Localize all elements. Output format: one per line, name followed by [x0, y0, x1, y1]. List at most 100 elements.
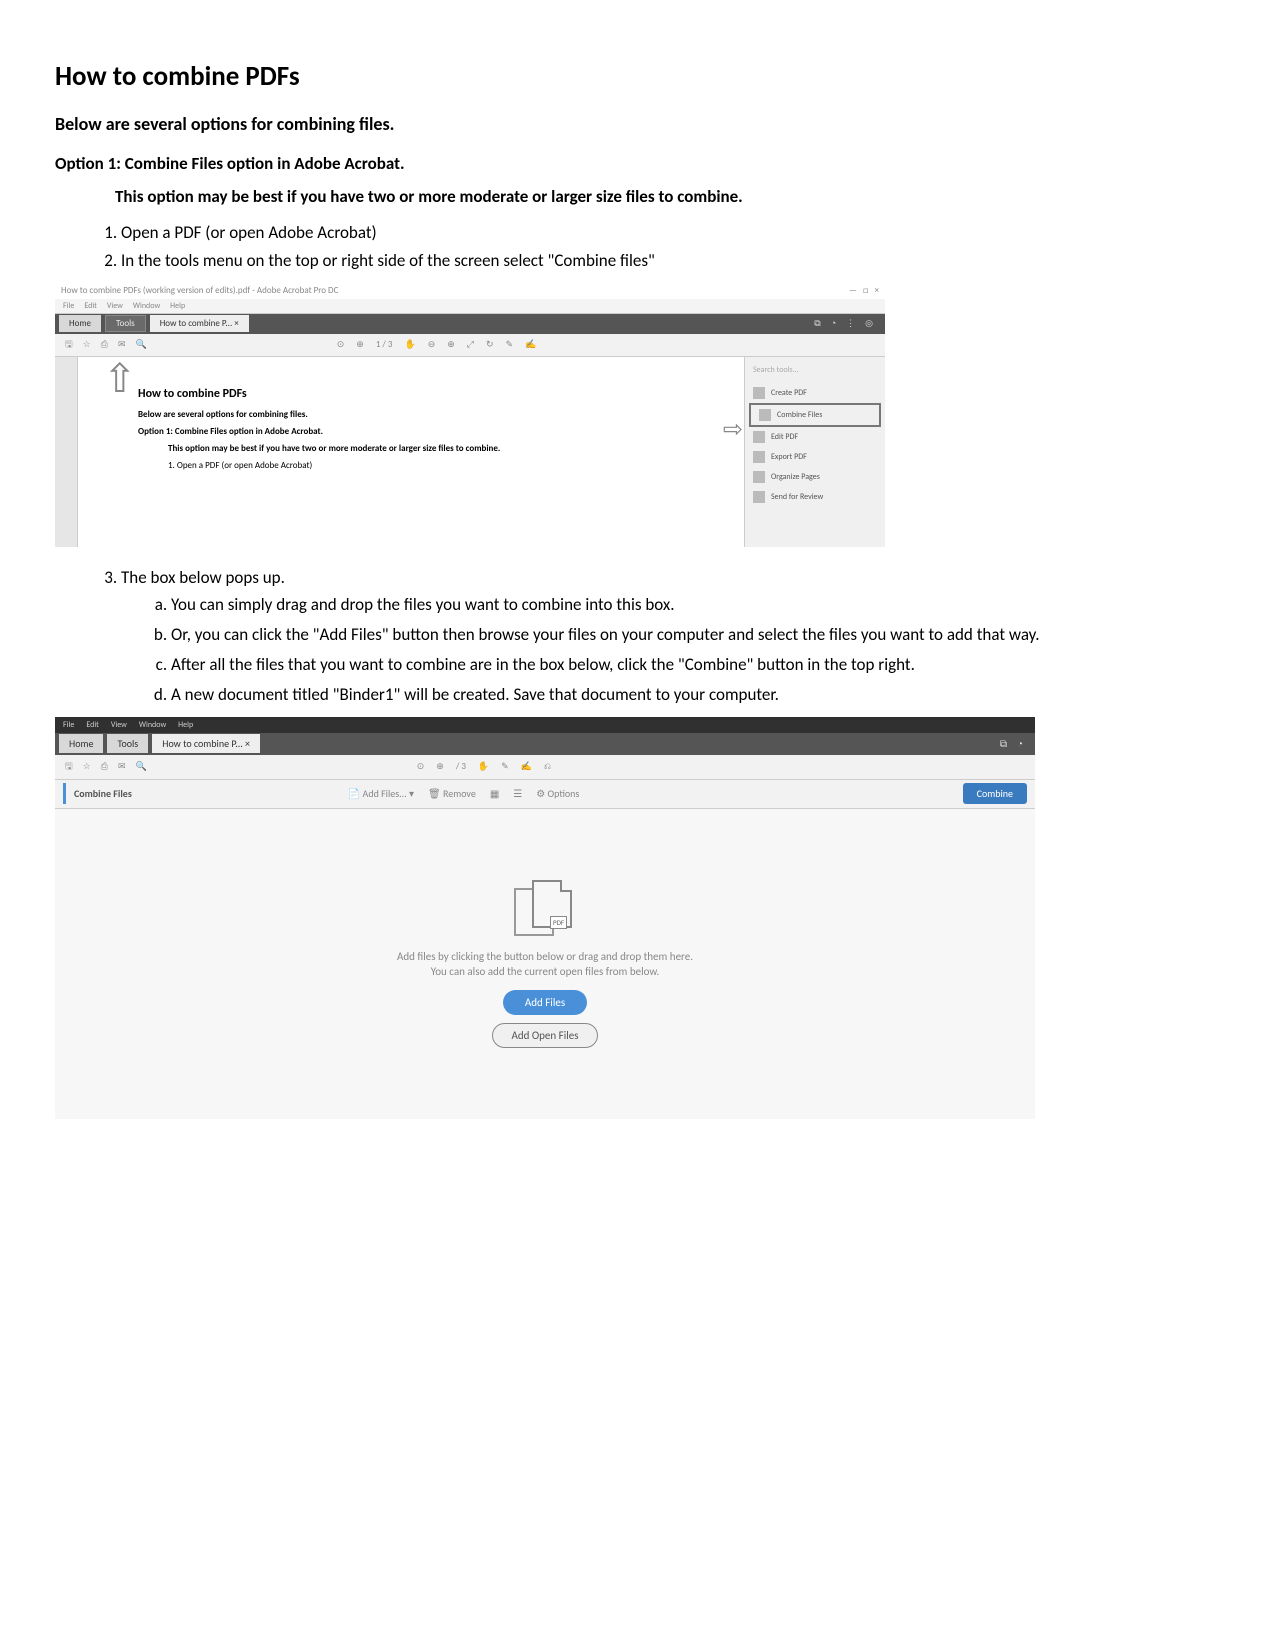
remove-button[interactable]: 🗑 Remove [428, 787, 476, 800]
print2-icon[interactable]: ⎙ [101, 761, 108, 772]
search2-icon[interactable]: 🔍 [136, 761, 147, 772]
tab-tools[interactable]: Tools [105, 315, 146, 332]
step-2: In the tools menu on the top or right si… [121, 249, 1220, 273]
menu2-window[interactable]: Window [139, 720, 166, 730]
intro-text: Below are several options for combining … [55, 113, 1220, 135]
sidebar-send-review[interactable]: Send for Review [745, 487, 885, 507]
options-button[interactable]: ⚙ Options [536, 787, 579, 800]
step-3-sublist: You can simply drag and drop the files y… [149, 593, 1220, 706]
signin-icon[interactable]: ◎ [865, 318, 873, 329]
bell2-icon[interactable]: ◔ [1017, 737, 1023, 750]
drop-text-2: You can also add the current open files … [431, 965, 660, 978]
edit-pdf-icon [753, 431, 765, 443]
page-up-icon[interactable]: ⊙ [337, 339, 345, 350]
save2-icon[interactable]: 🖫 [65, 759, 73, 775]
mail-icon[interactable]: ✉ [118, 339, 126, 350]
organize-pages-icon [753, 471, 765, 483]
zoom-out-icon[interactable]: ⊖ [428, 339, 436, 350]
tab2-tools[interactable]: Tools [107, 734, 148, 753]
menu-help[interactable]: Help [170, 301, 185, 311]
step-3b: Or, you can click the "Add Files" button… [171, 623, 1220, 647]
menu-view[interactable]: View [107, 301, 123, 311]
tools-sidebar: Search tools... Create PDF Combine Files… [744, 357, 885, 547]
menu-window[interactable]: Window [133, 301, 160, 311]
preview-p2: Option 1: Combine Files option in Adobe … [138, 426, 684, 437]
step-1: Open a PDF (or open Adobe Acrobat) [121, 221, 1220, 245]
steps-list-2: The box below pops up. You can simply dr… [93, 566, 1220, 707]
preview-p3: This option may be best if you have two … [168, 443, 684, 454]
zoom-in-icon[interactable]: ⊕ [447, 339, 455, 350]
page-title: How to combine PDFs [55, 60, 1220, 93]
stamp2-icon[interactable]: ⎌ [544, 761, 551, 772]
tab2-document[interactable]: How to combine P... × [152, 734, 260, 753]
pdf-badge: PDF [550, 916, 567, 929]
star2-icon[interactable]: ☆ [83, 761, 91, 772]
window-controls: — □ × [849, 285, 879, 296]
page-indicator2: / 3 [456, 761, 466, 772]
page-down-icon[interactable]: ⊕ [356, 339, 364, 350]
combine-button[interactable]: Combine [963, 783, 1027, 804]
annotation-arrow-up: ⇧ [103, 359, 137, 399]
menu2-edit[interactable]: Edit [86, 720, 99, 730]
print-icon[interactable]: ⎙ [101, 339, 108, 350]
left-pane: ⇧ [55, 357, 78, 547]
menu-file[interactable]: File [63, 301, 74, 311]
menu2-file[interactable]: File [63, 720, 74, 730]
tab2-home[interactable]: Home [59, 734, 103, 753]
hand2-icon[interactable]: ✋ [478, 761, 489, 772]
tab-home[interactable]: Home [59, 315, 101, 332]
grid-view-icon[interactable]: ▦ [490, 787, 499, 800]
sidebar-combine-files[interactable]: Combine Files [749, 403, 881, 427]
share-icon[interactable]: ⧉ [814, 318, 820, 329]
option1-heading: Option 1: Combine Files option in Adobe … [55, 153, 1220, 174]
highlight2-icon[interactable]: ✎ [501, 761, 509, 772]
save-icon[interactable]: 🖫 [65, 337, 73, 353]
drop-text-1: Add files by clicking the button below o… [397, 950, 693, 963]
fit-icon[interactable]: ⤢ [467, 339, 474, 350]
page-up2-icon[interactable]: ⊙ [417, 761, 425, 772]
menu2-view[interactable]: View [111, 720, 127, 730]
document-preview: How to combine PDFs Below are several op… [78, 357, 744, 547]
acrobat-screenshot-2: File Edit View Window Help Home Tools Ho… [55, 717, 1035, 1119]
step-3a: You can simply drag and drop the files y… [171, 593, 1220, 617]
sidebar-create-pdf[interactable]: Create PDF [745, 383, 885, 403]
sign2-icon[interactable]: ✍ [521, 761, 532, 772]
sidebar-search[interactable]: Search tools... [745, 363, 885, 383]
step-3c: After all the files that you want to com… [171, 653, 1220, 677]
page-down2-icon[interactable]: ⊕ [436, 761, 444, 772]
search-icon[interactable]: 🔍 [136, 339, 147, 350]
tab-document[interactable]: How to combine P... × [150, 315, 249, 332]
share2-icon[interactable]: ⧉ [1000, 737, 1007, 750]
steps-list-1: Open a PDF (or open Adobe Acrobat) In th… [93, 221, 1220, 273]
drop-zone[interactable]: PDF Add files by clicking the button bel… [55, 809, 1035, 1119]
sidebar-edit-pdf[interactable]: Edit PDF [745, 427, 885, 447]
highlight-icon[interactable]: ✎ [506, 339, 514, 350]
list-view-icon[interactable]: ☰ [513, 787, 522, 800]
rotate-icon[interactable]: ↻ [486, 339, 494, 350]
add-files-button[interactable]: Add Files [503, 990, 587, 1015]
page-indicator: 1 / 3 [376, 339, 393, 350]
mail2-icon[interactable]: ✉ [118, 761, 126, 772]
option1-note: This option may be best if you have two … [115, 186, 1220, 207]
acrobat-screenshot-1: How to combine PDFs (working version of … [55, 283, 885, 547]
add-open-files-button[interactable]: Add Open Files [492, 1023, 597, 1048]
menu2-help[interactable]: Help [178, 720, 193, 730]
preview-li1: 1. Open a PDF (or open Adobe Acrobat) [168, 460, 684, 471]
create-pdf-icon [753, 387, 765, 399]
window-title: How to combine PDFs (working version of … [61, 285, 338, 296]
combine-files-icon [759, 409, 771, 421]
star-icon[interactable]: ☆ [83, 339, 91, 350]
menu-edit[interactable]: Edit [84, 301, 97, 311]
bell-icon[interactable]: ◔ [831, 318, 836, 329]
send-review-icon [753, 491, 765, 503]
add-files-dropdown[interactable]: 📄 Add Files... ▾ [348, 787, 414, 800]
preview-p1: Below are several options for combining … [138, 409, 684, 420]
more-icon[interactable]: ⋮ [846, 318, 855, 329]
sidebar-export-pdf[interactable]: Export PDF [745, 447, 885, 467]
sign-icon[interactable]: ✍ [525, 339, 536, 350]
sidebar-organize-pages[interactable]: Organize Pages [745, 467, 885, 487]
step-3: The box below pops up. You can simply dr… [121, 566, 1220, 707]
step-3d: A new document titled "Binder1" will be … [171, 683, 1220, 707]
annotation-arrow-right: ⇨ [723, 415, 743, 444]
hand-icon[interactable]: ✋ [404, 339, 415, 350]
